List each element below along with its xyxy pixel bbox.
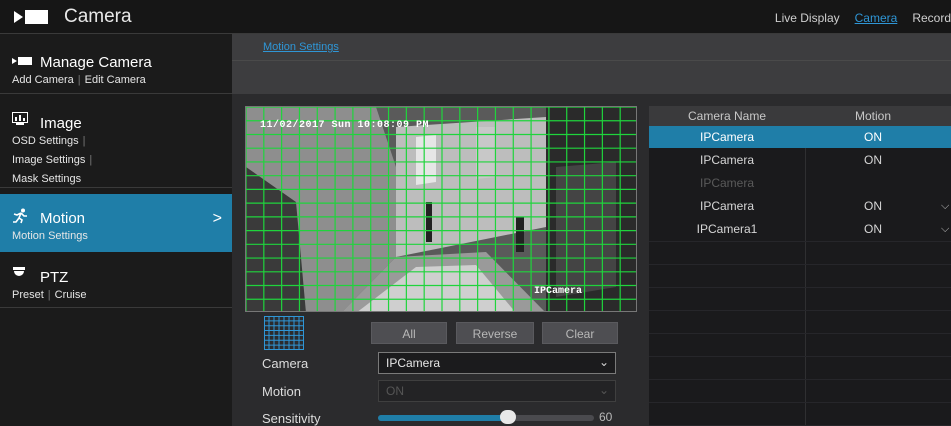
running-person-icon xyxy=(13,208,27,224)
sidebar-item-manage-camera[interactable]: Manage Camera Add Camera | Edit Camera xyxy=(0,34,232,94)
cell-camera-name: IPCamera xyxy=(699,153,755,167)
link-motion-settings[interactable]: Motion Settings xyxy=(12,230,88,242)
motion-label: Motion xyxy=(262,384,302,399)
image-icon xyxy=(12,112,28,125)
column-divider xyxy=(805,126,806,426)
row-divider xyxy=(649,333,951,334)
table-row[interactable]: IPCamera ON xyxy=(649,149,951,171)
nav-live-display[interactable]: Live Display xyxy=(775,11,840,25)
all-button[interactable]: All xyxy=(371,322,447,344)
cell-motion: ON xyxy=(864,153,882,167)
header-camera-name: Camera Name xyxy=(687,109,767,123)
sensitivity-slider[interactable] xyxy=(378,410,594,426)
preview-timestamp: 11/02/2017 Sun 10:08:09 PM xyxy=(260,120,430,131)
camera-select[interactable]: IPCamera ⌄ xyxy=(378,352,616,374)
slider-handle[interactable] xyxy=(500,410,516,424)
toolbar-area xyxy=(232,60,951,94)
camera-motion-table: Camera Name Motion IPCamera ON IPCamera ON I… xyxy=(649,106,951,426)
grid-select-icon[interactable] xyxy=(264,316,304,350)
link-cruise[interactable]: Cruise xyxy=(55,289,87,301)
cell-motion: ON xyxy=(864,199,882,213)
row-divider xyxy=(649,379,951,380)
header-motion: Motion xyxy=(854,109,892,123)
separator: | xyxy=(77,74,81,86)
sidebar: Manage Camera Add Camera | Edit Camera Ima… xyxy=(0,34,232,426)
slider-fill xyxy=(378,415,508,421)
cell-camera-name: IPCamera xyxy=(699,199,755,213)
cell-motion: ON xyxy=(864,222,882,236)
sidebar-item-ptz[interactable]: PTZ Preset | Cruise xyxy=(0,252,232,308)
sidebar-links-image: OSD Settings | Image Settings | Mask Setti… xyxy=(12,132,96,189)
ptz-dome-icon xyxy=(13,267,25,276)
nav-camera[interactable]: Camera xyxy=(855,11,898,25)
camera-preview[interactable]: 11/02/2017 Sun 10:08:09 PM IPCamera xyxy=(245,106,637,312)
link-preset[interactable]: Preset xyxy=(12,289,44,301)
separator: | xyxy=(82,135,86,147)
reverse-button[interactable]: Reverse xyxy=(456,322,534,344)
link-mask-settings[interactable]: Mask Settings xyxy=(12,173,81,185)
sidebar-title-motion: Motion xyxy=(40,210,86,227)
chevron-right-icon: > xyxy=(212,210,222,227)
top-bar: Camera Live Display Camera Record xyxy=(0,0,951,34)
table-row[interactable]: IPCamera ON xyxy=(649,126,951,148)
preview-camera-label: IPCamera xyxy=(534,286,583,297)
preview-scene xyxy=(246,107,636,311)
sidebar-links-manage-camera: Add Camera | Edit Camera xyxy=(12,71,146,90)
separator: | xyxy=(47,289,51,301)
sensitivity-value: 60 xyxy=(599,410,613,424)
breadcrumb: Motion Settings xyxy=(232,34,951,60)
cell-camera-name: IPCamera1 xyxy=(696,222,758,236)
link-edit-camera[interactable]: Edit Camera xyxy=(85,74,146,86)
row-divider xyxy=(649,241,951,242)
sidebar-title-ptz: PTZ xyxy=(40,269,69,286)
row-divider xyxy=(649,356,951,357)
chevron-down-icon[interactable]: ⌵ xyxy=(941,218,951,240)
cell-camera-name: IPCamera xyxy=(699,176,755,190)
motion-select: ON ⌄ xyxy=(378,380,616,402)
table-row[interactable]: IPCamera xyxy=(649,172,951,194)
link-image-settings[interactable]: Image Settings xyxy=(12,154,85,166)
row-divider xyxy=(649,310,951,311)
cell-motion: ON xyxy=(864,130,882,144)
cell-motion xyxy=(805,172,941,194)
link-add-camera[interactable]: Add Camera xyxy=(12,74,74,86)
sensitivity-label: Sensitivity xyxy=(262,411,321,426)
breadcrumb-motion-settings[interactable]: Motion Settings xyxy=(263,41,339,53)
cell-camera-name: IPCamera xyxy=(699,130,755,144)
table-row[interactable]: IPCamera ON ⌵ xyxy=(649,195,951,217)
table-header: Camera Name Motion xyxy=(649,106,951,126)
top-nav: Live Display Camera Record xyxy=(775,11,951,25)
sidebar-title-manage-camera: Manage Camera xyxy=(40,54,152,71)
app-window: { "app": { "title": "Camera" }, "topnav"… xyxy=(0,0,951,426)
chevron-down-icon: ⌄ xyxy=(598,383,609,397)
sidebar-item-motion[interactable]: Motion Motion Settings > xyxy=(0,194,232,252)
link-osd-settings[interactable]: OSD Settings xyxy=(12,135,79,147)
row-divider xyxy=(649,264,951,265)
row-divider xyxy=(649,402,951,403)
camera-label: Camera xyxy=(262,356,309,371)
sidebar-links-motion: Motion Settings xyxy=(12,227,88,246)
chevron-down-icon: ⌄ xyxy=(598,355,609,369)
sidebar-item-image[interactable]: Image OSD Settings | Image Settings | Mask… xyxy=(0,100,232,188)
separator: | xyxy=(89,154,93,166)
sidebar-links-ptz: Preset | Cruise xyxy=(12,286,86,305)
chevron-down-icon[interactable]: ⌵ xyxy=(941,195,951,217)
table-row[interactable]: IPCamera1 ON ⌵ xyxy=(649,218,951,240)
clear-button[interactable]: Clear xyxy=(542,322,618,344)
motion-select-value: ON xyxy=(386,384,404,398)
row-divider xyxy=(649,287,951,288)
nav-record[interactable]: Record xyxy=(912,11,951,25)
camera-icon xyxy=(12,57,32,65)
sidebar-title-image: Image xyxy=(40,115,82,132)
camera-select-value: IPCamera xyxy=(386,356,441,370)
app-title: Camera xyxy=(64,6,132,27)
camera-app-icon xyxy=(14,10,48,24)
